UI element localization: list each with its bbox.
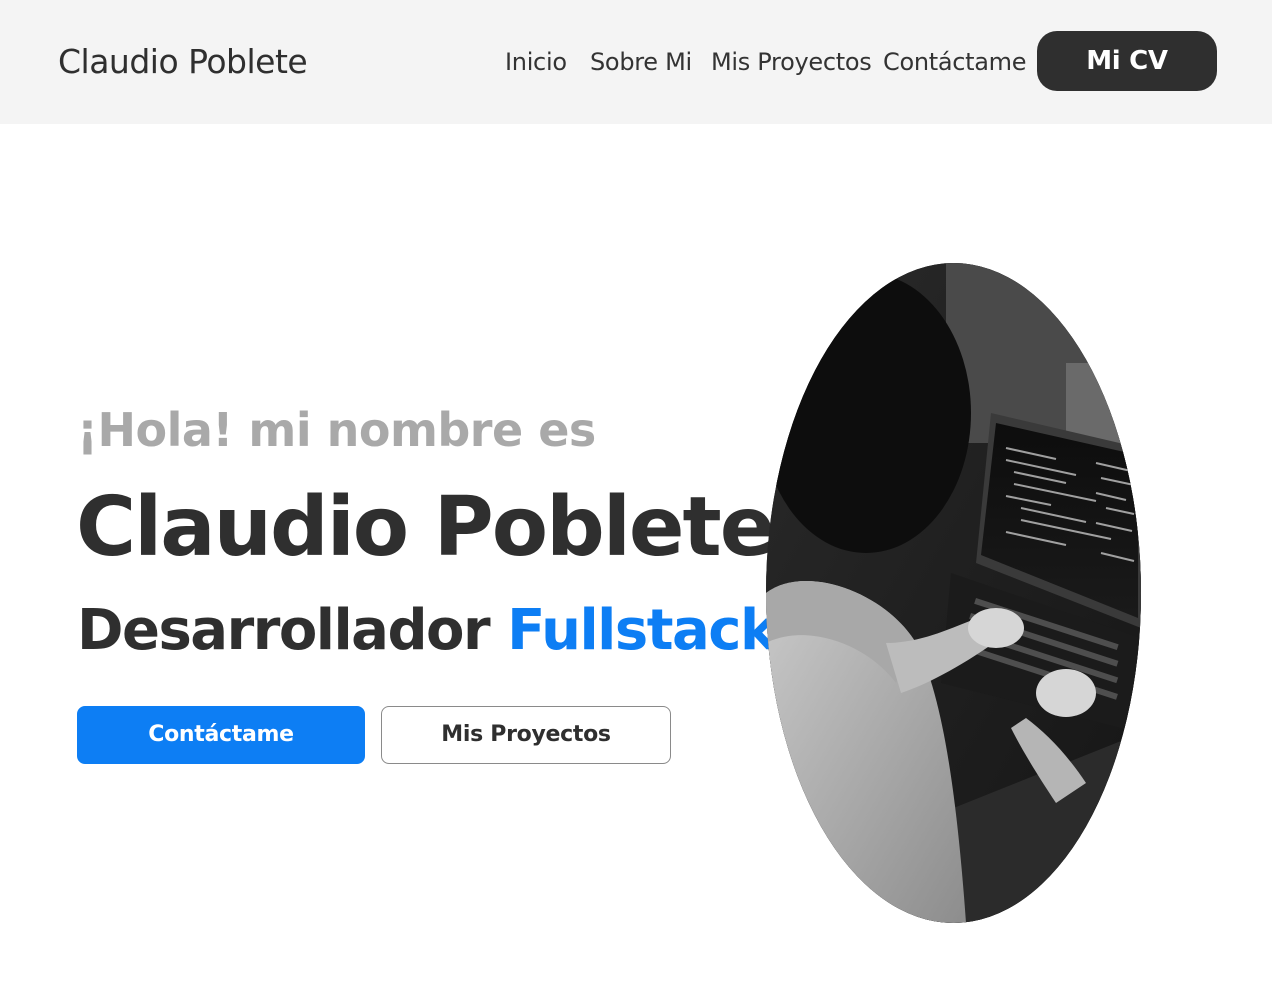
contact-button[interactable]: Contáctame bbox=[77, 706, 365, 764]
navbar: Claudio Poblete Inicio Sobre Mi Mis Proy… bbox=[0, 0, 1272, 124]
nav-link-inicio[interactable]: Inicio bbox=[505, 45, 567, 79]
projects-button[interactable]: Mis Proyectos bbox=[381, 706, 671, 764]
hero-greeting: ¡Hola! mi nombre es bbox=[77, 403, 596, 457]
cv-button[interactable]: Mi CV bbox=[1037, 31, 1217, 91]
hero-name: Claudio Poblete bbox=[76, 480, 775, 575]
role-highlight: Fullstack bbox=[507, 598, 777, 663]
nav-link-contactame[interactable]: Contáctame bbox=[883, 45, 1027, 79]
person-coding-photo-icon bbox=[766, 263, 1141, 923]
brand-logo[interactable]: Claudio Poblete bbox=[58, 40, 308, 84]
nav-link-mis-proyectos[interactable]: Mis Proyectos bbox=[711, 45, 872, 79]
nav-link-sobre-mi[interactable]: Sobre Mi bbox=[590, 45, 692, 79]
profile-photo bbox=[766, 263, 1141, 923]
hero-role: Desarrollador Fullstack bbox=[77, 596, 777, 666]
role-prefix: Desarrollador bbox=[77, 598, 491, 663]
